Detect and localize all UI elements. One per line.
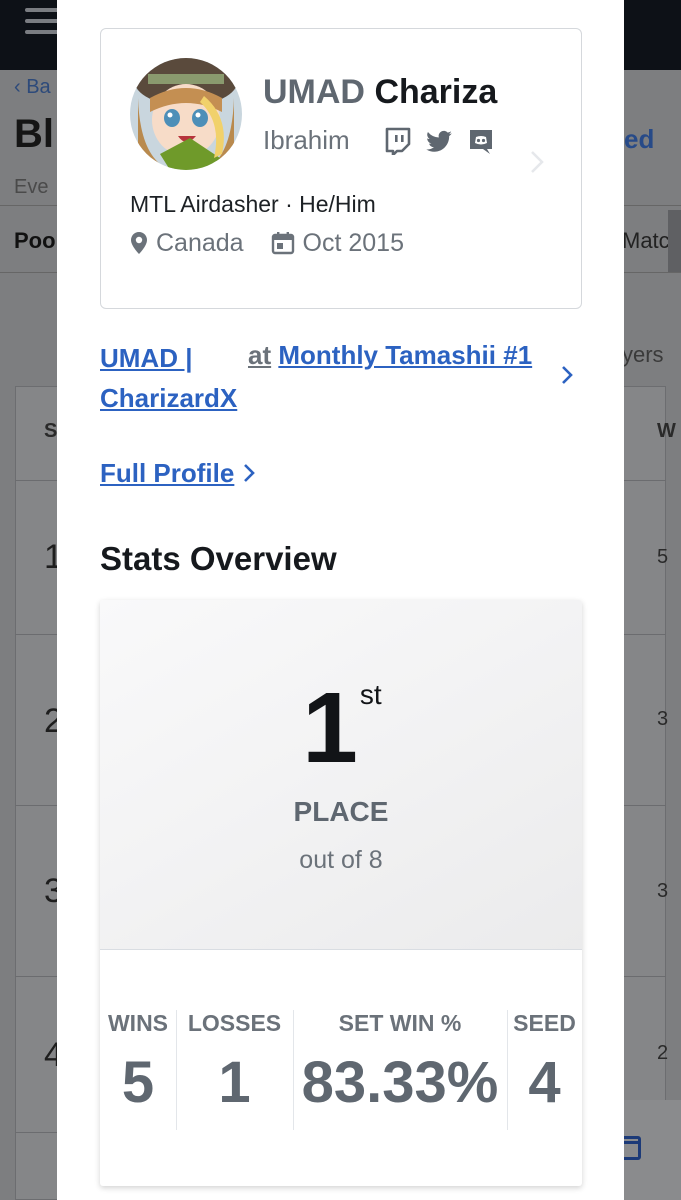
stat-label: WINS xyxy=(107,1010,169,1036)
player-name: UMAD Chariza xyxy=(263,73,497,112)
tab-scrollbar xyxy=(668,210,681,272)
stat-losses: LOSSES 1 xyxy=(176,1010,293,1116)
placement-suffix: st xyxy=(359,679,382,710)
twitter-icon[interactable] xyxy=(425,127,453,155)
stat-wins: WINS 5 xyxy=(100,1010,176,1116)
sponsor-prefix: UMAD xyxy=(263,73,365,111)
stat-label: SEED xyxy=(513,1010,576,1036)
page-subtitle: Eve xyxy=(14,176,49,198)
stat-value: 4 xyxy=(528,1050,561,1115)
twitch-icon[interactable] xyxy=(383,127,411,157)
at-word: at xyxy=(248,340,272,370)
avatar xyxy=(130,58,242,170)
placement-panel: 1st PLACE out of 8 xyxy=(100,600,582,950)
follow-status[interactable]: ed xyxy=(624,124,654,155)
chevron-right-icon[interactable] xyxy=(560,364,574,391)
stat-value: 5 xyxy=(121,1050,155,1115)
gamertag: Chariza xyxy=(374,73,498,111)
stats-card: 1st PLACE out of 8 WINS 5 LOSSES 1 SET W… xyxy=(100,600,582,1186)
profile-meta: Canada Oct 2015 xyxy=(130,229,424,262)
chevron-right-icon xyxy=(242,460,256,491)
full-profile-label[interactable]: Full Profile xyxy=(100,458,234,488)
stat-seed: SEED 4 xyxy=(507,1010,582,1116)
placement-number: 1st xyxy=(100,678,582,803)
stats-heading: Stats Overview xyxy=(100,540,337,577)
entrant-name-link[interactable]: UMAD | CharizardX xyxy=(100,338,250,418)
table-row-value: 3 xyxy=(657,880,669,902)
full-profile-link[interactable]: Full Profile xyxy=(100,458,256,491)
join-date-text: Oct 2015 xyxy=(302,229,404,257)
location-pin-icon xyxy=(130,231,148,262)
real-name: Ibrahim xyxy=(263,125,350,155)
event-name-link[interactable]: Monthly Tamashii #1 xyxy=(278,340,532,370)
stat-label: LOSSES xyxy=(187,1010,282,1036)
page-title: Bl xyxy=(14,112,54,156)
event-name-line: at Monthly Tamashii #1 xyxy=(248,338,532,372)
players-count-label: yers xyxy=(622,342,664,367)
hamburger-menu-icon[interactable] xyxy=(25,8,61,36)
table-row-value: 3 xyxy=(657,708,669,730)
bio: MTL Airdasher · He/Him xyxy=(130,191,376,217)
stat-value: 1 xyxy=(218,1050,251,1115)
stat-value: 83.33% xyxy=(301,1050,499,1115)
player-profile-modal: UMAD Chariza Ibrahim MTL Airdasher · He/… xyxy=(57,0,624,1200)
stat-label: SET WIN % xyxy=(338,1010,462,1036)
table-row-value: 2 xyxy=(657,1042,669,1064)
stat-set-win-pct: SET WIN % 83.33% xyxy=(293,1010,507,1116)
place-label: PLACE xyxy=(293,796,389,827)
calendar-icon xyxy=(271,231,295,262)
column-header-wins: W xyxy=(657,420,676,442)
back-link[interactable]: ‹ Ba xyxy=(14,76,51,99)
chevron-right-icon xyxy=(529,149,545,180)
column-header-seed: S xyxy=(44,420,58,442)
location: Canada xyxy=(130,229,244,262)
placement-value: 1 xyxy=(302,672,358,784)
placement-out-of: out of 8 xyxy=(299,846,383,874)
join-date: Oct 2015 xyxy=(271,229,404,262)
tab-matches[interactable]: Matc xyxy=(622,228,670,254)
location-text: Canada xyxy=(156,229,244,257)
tab-pools[interactable]: Poo xyxy=(14,228,56,254)
discord-icon[interactable] xyxy=(467,127,495,155)
profile-card[interactable]: UMAD Chariza Ibrahim MTL Airdasher · He/… xyxy=(100,28,582,309)
event-entry-link[interactable]: UMAD | CharizardX at Monthly Tamashii #1 xyxy=(100,338,582,418)
table-row-value: 5 xyxy=(657,546,669,568)
